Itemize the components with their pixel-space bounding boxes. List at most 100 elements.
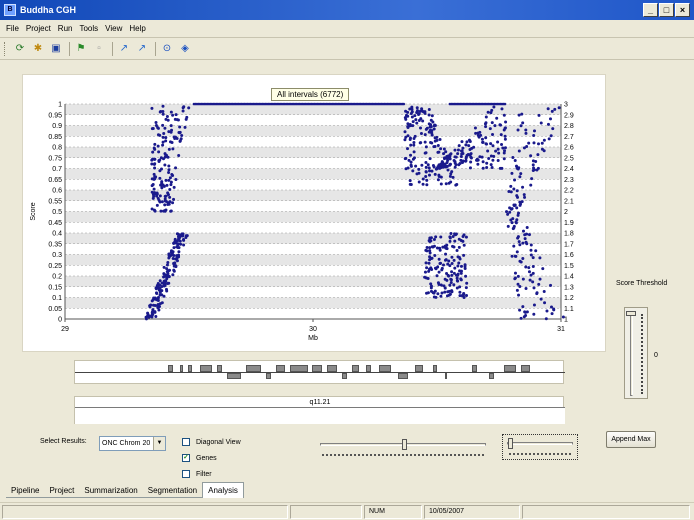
- diagonal-view-checkbox[interactable]: Diagonal View: [182, 438, 241, 446]
- data-point: [500, 107, 504, 111]
- gene-feature[interactable]: [366, 365, 372, 372]
- data-point: [406, 166, 410, 170]
- tab-project[interactable]: Project: [44, 484, 80, 498]
- gene-feature[interactable]: [488, 373, 494, 379]
- data-point: [156, 144, 160, 148]
- score-threshold-value: 0: [654, 352, 658, 359]
- data-point: [175, 232, 179, 236]
- run-icon[interactable]: ⚑: [73, 41, 89, 57]
- data-point: [157, 308, 161, 312]
- gene-feature[interactable]: [503, 365, 516, 372]
- new-icon[interactable]: ✱: [30, 41, 46, 57]
- slider-thumb[interactable]: [402, 439, 407, 450]
- gene-feature[interactable]: [471, 365, 477, 372]
- data-point: [402, 102, 406, 106]
- y-tick-label: 1: [58, 102, 62, 109]
- gene-feature[interactable]: [520, 365, 531, 372]
- minimize-button[interactable]: _: [643, 3, 658, 17]
- gene-feature[interactable]: [327, 365, 337, 372]
- stop-icon[interactable]: ▫: [91, 41, 107, 57]
- data-point: [156, 298, 160, 302]
- checkbox-box[interactable]: [182, 438, 190, 446]
- zoom-slider[interactable]: [502, 434, 578, 460]
- open-icon[interactable]: ⟳: [12, 41, 28, 57]
- gene-track[interactable]: [74, 360, 565, 384]
- toolbar-separator: [69, 42, 70, 56]
- menu-help[interactable]: Help: [129, 24, 145, 33]
- data-point: [550, 312, 554, 316]
- menu-view[interactable]: View: [105, 24, 122, 33]
- tab-pipeline[interactable]: Pipeline: [6, 484, 45, 498]
- y2-tick-label: 1.5: [564, 263, 574, 270]
- menu-file[interactable]: File: [6, 24, 19, 33]
- gene-feature[interactable]: [398, 373, 408, 379]
- tab-analysis[interactable]: Analysis: [202, 482, 244, 498]
- menu-run[interactable]: Run: [58, 24, 73, 33]
- gene-feature[interactable]: [216, 365, 222, 372]
- gene-feature[interactable]: [415, 365, 423, 372]
- data-point: [152, 187, 156, 191]
- data-point: [539, 121, 543, 125]
- info-icon[interactable]: ◈: [177, 41, 193, 57]
- genes-checkbox[interactable]: ✓ Genes: [182, 454, 217, 462]
- menu-tools[interactable]: Tools: [79, 24, 98, 33]
- gene-feature[interactable]: [275, 365, 286, 372]
- data-point: [427, 261, 431, 265]
- score-plot[interactable]: 0 0.05 0.1 0.15 0.2 0.25 0.3 0.35 0.4 0.45 0.5 0.55…: [22, 74, 606, 352]
- gene-feature[interactable]: [246, 365, 261, 372]
- position-slider[interactable]: [316, 437, 492, 459]
- data-point: [451, 234, 455, 238]
- chevron-down-icon[interactable]: ▼: [153, 437, 165, 450]
- append-max-button[interactable]: Append Max: [606, 431, 656, 448]
- data-point: [428, 157, 432, 161]
- checkbox-box[interactable]: [182, 470, 190, 478]
- zoom-out-icon[interactable]: ↗: [134, 41, 150, 57]
- toolbar-grip[interactable]: [4, 42, 7, 56]
- data-point: [486, 110, 490, 114]
- tab-summarization[interactable]: Summarization: [79, 484, 143, 498]
- data-point: [489, 142, 493, 146]
- data-point: [524, 240, 528, 244]
- gene-feature[interactable]: [226, 373, 242, 379]
- gene-feature[interactable]: [351, 365, 359, 372]
- data-point: [517, 293, 521, 297]
- data-point: [478, 155, 482, 159]
- gene-feature[interactable]: [312, 365, 323, 372]
- gene-feature[interactable]: [290, 365, 308, 372]
- slider-thumb[interactable]: [508, 438, 513, 449]
- close-button[interactable]: ×: [675, 3, 690, 17]
- data-point: [515, 194, 519, 198]
- checkbox-box[interactable]: ✓: [182, 454, 190, 462]
- scatter-chart[interactable]: 0 0.05 0.1 0.15 0.2 0.25 0.3 0.35 0.4 0.45 0.5 0.55…: [23, 75, 607, 353]
- maximize-button[interactable]: □: [659, 3, 674, 17]
- gene-feature[interactable]: [167, 365, 173, 372]
- gene-feature[interactable]: [444, 373, 448, 379]
- save-icon[interactable]: ▣: [48, 41, 64, 57]
- gene-feature[interactable]: [199, 365, 212, 372]
- menu-project[interactable]: Project: [26, 24, 51, 33]
- data-point: [525, 145, 529, 149]
- zoom-in-icon[interactable]: ↗: [116, 41, 132, 57]
- gene-feature[interactable]: [265, 373, 271, 379]
- slider-thumb[interactable]: [626, 311, 636, 316]
- gene-feature[interactable]: [378, 365, 391, 372]
- select-results-dropdown[interactable]: ONC Chrom 20 ▼: [99, 436, 166, 451]
- title-bar[interactable]: B Buddha CGH _ □ ×: [0, 0, 694, 20]
- help-icon[interactable]: ⊙: [159, 41, 175, 57]
- data-point: [490, 166, 494, 170]
- grid-band: [65, 168, 561, 180]
- checkbox-label: Filter: [196, 470, 212, 478]
- cytoband-track[interactable]: q11.21: [74, 396, 565, 424]
- y-tick-label: 0.8: [52, 145, 62, 152]
- data-point: [423, 275, 427, 279]
- data-point: [495, 116, 499, 120]
- gene-feature[interactable]: [187, 365, 193, 372]
- gene-feature[interactable]: [432, 365, 438, 372]
- filter-checkbox[interactable]: Filter: [182, 470, 212, 478]
- data-point: [412, 140, 416, 144]
- score-threshold-slider[interactable]: [624, 307, 648, 399]
- data-point: [165, 115, 169, 119]
- tab-segmentation[interactable]: Segmentation: [142, 484, 203, 498]
- gene-feature[interactable]: [180, 365, 183, 372]
- gene-feature[interactable]: [341, 373, 347, 379]
